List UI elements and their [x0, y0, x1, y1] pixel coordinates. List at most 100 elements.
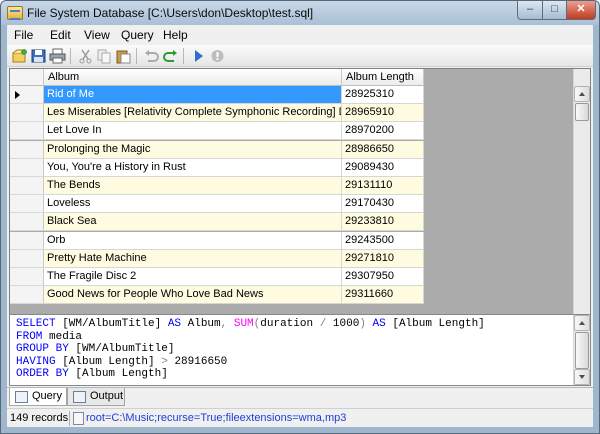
row-header[interactable]: [10, 140, 44, 159]
album-length-cell[interactable]: 29089430: [342, 158, 424, 177]
table-row[interactable]: Pretty Hate Machine 29271810: [10, 249, 424, 268]
scroll-up-button[interactable]: [574, 86, 590, 102]
column-header-album[interactable]: Album: [44, 69, 342, 86]
paste-icon[interactable]: [115, 48, 132, 64]
query-line[interactable]: SELECT [WM/AlbumTitle] AS Album, SUM(dur…: [16, 318, 485, 331]
album-cell[interactable]: Pretty Hate Machine: [44, 249, 342, 268]
query-line[interactable]: FROM media: [16, 331, 485, 344]
row-header[interactable]: [10, 122, 44, 141]
query-token: AS: [167, 318, 182, 330]
album-cell[interactable]: Good News for People Who Love Bad News: [44, 286, 342, 305]
minimize-button[interactable]: –: [517, 1, 543, 20]
query-line[interactable]: HAVING [Album Length] > 28916650: [16, 356, 485, 369]
scroll-up-button[interactable]: [574, 315, 590, 331]
new-icon[interactable]: [11, 48, 28, 64]
row-header[interactable]: [10, 177, 44, 195]
save-icon[interactable]: [30, 48, 47, 64]
album-cell[interactable]: Prolonging the Magic: [44, 140, 342, 159]
app-window: File System Database [C:\Users\don\Deskt…: [0, 0, 600, 434]
album-cell[interactable]: You, You're a History in Rust: [44, 158, 342, 177]
editor-vertical-scrollbar[interactable]: [573, 315, 590, 385]
query-token: [Album Length]: [68, 368, 168, 380]
close-button[interactable]: ✕: [566, 1, 596, 20]
table-row[interactable]: Rid of Me 28925310: [10, 86, 424, 104]
scroll-thumb[interactable]: [575, 332, 589, 369]
query-token: [WM/AlbumTitle]: [55, 318, 168, 330]
menu-edit[interactable]: Edit: [50, 28, 71, 42]
album-length-cell[interactable]: 29271810: [342, 249, 424, 268]
row-header[interactable]: [10, 268, 44, 286]
album-cell[interactable]: The Fragile Disc 2: [44, 268, 342, 286]
table-row[interactable]: The Fragile Disc 2 29307950: [10, 268, 424, 286]
query-editor[interactable]: SELECT [WM/AlbumTitle] AS Album, SUM(dur…: [9, 314, 591, 386]
redo-icon[interactable]: [162, 48, 179, 64]
table-row[interactable]: Loveless 29170430: [10, 195, 424, 214]
grid-vertical-scrollbar[interactable]: [573, 69, 590, 332]
column-header-album-length[interactable]: Album Length: [342, 69, 424, 86]
row-header[interactable]: [10, 213, 44, 232]
tab-query[interactable]: Query: [9, 388, 67, 406]
grid-corner[interactable]: [10, 69, 44, 86]
query-line[interactable]: GROUP BY [WM/AlbumTitle]: [16, 343, 485, 356]
album-cell[interactable]: Les Miserables [Relativity Complete Symp…: [44, 104, 342, 123]
table-row[interactable]: Prolonging the Magic 28986650: [10, 140, 424, 159]
table-row[interactable]: The Bends 29131110: [10, 177, 424, 195]
table-row[interactable]: Black Sea 29233810: [10, 213, 424, 232]
album-length-cell[interactable]: 28965910: [342, 104, 424, 123]
maximize-button[interactable]: □: [542, 1, 567, 20]
toolbar-separator: [136, 48, 137, 64]
menu-view[interactable]: View: [84, 28, 110, 42]
status-separator: [69, 411, 70, 426]
album-length-cell[interactable]: 29311660: [342, 286, 424, 305]
album-cell[interactable]: Let Love In: [44, 122, 342, 141]
query-tab-icon: [15, 391, 28, 403]
table-row[interactable]: You, You're a History in Rust 29089430: [10, 158, 424, 177]
row-header[interactable]: [10, 86, 44, 104]
album-length-cell[interactable]: 28986650: [342, 140, 424, 159]
album-length-cell[interactable]: 29233810: [342, 213, 424, 232]
menu-help[interactable]: Help: [163, 28, 188, 42]
query-token: AS: [372, 318, 386, 330]
row-header[interactable]: [10, 195, 44, 214]
row-header[interactable]: [10, 249, 44, 268]
album-cell[interactable]: The Bends: [44, 177, 342, 195]
query-token: media: [42, 330, 83, 343]
query-line[interactable]: ORDER BY [Album Length]: [16, 368, 485, 381]
row-header[interactable]: [10, 286, 44, 305]
query-token: FROM: [16, 330, 43, 343]
query-token: [227, 318, 234, 330]
row-header[interactable]: [10, 158, 44, 177]
table-row[interactable]: Good News for People Who Love Bad News 29…: [10, 286, 424, 305]
tab-output[interactable]: Output: [67, 388, 125, 406]
scroll-thumb[interactable]: [575, 103, 589, 121]
album-length-cell[interactable]: 29131110: [342, 177, 424, 195]
title-bar[interactable]: File System Database [C:\Users\don\Deskt…: [1, 1, 599, 25]
bottom-tabs: Query Output: [7, 387, 593, 407]
results-grid[interactable]: Album Album Length Rid of Me 28925310 Les …: [9, 68, 591, 333]
album-cell[interactable]: Loveless: [44, 195, 342, 214]
menu-file[interactable]: File: [14, 28, 33, 42]
row-header[interactable]: [10, 231, 44, 250]
scroll-down-button[interactable]: [574, 369, 590, 385]
album-cell[interactable]: Orb: [44, 231, 342, 250]
stop-icon[interactable]: [209, 48, 226, 64]
album-length-cell[interactable]: 29307950: [342, 268, 424, 286]
print-icon[interactable]: [49, 48, 66, 64]
undo-icon[interactable]: [143, 48, 160, 64]
query-text[interactable]: SELECT [WM/AlbumTitle] AS Album, SUM(dur…: [16, 318, 485, 381]
album-length-cell[interactable]: 28925310: [342, 86, 424, 104]
run-icon[interactable]: [190, 48, 207, 64]
album-length-cell[interactable]: 29243500: [342, 231, 424, 250]
copy-icon[interactable]: [96, 48, 113, 64]
row-header[interactable]: [10, 104, 44, 123]
album-length-cell[interactable]: 28970200: [342, 122, 424, 141]
table-row[interactable]: Orb 29243500: [10, 231, 424, 250]
menu-query[interactable]: Query: [121, 28, 154, 42]
album-cell[interactable]: Black Sea: [44, 213, 342, 232]
table-row[interactable]: Let Love In 28970200: [10, 122, 424, 141]
album-cell[interactable]: Rid of Me: [44, 86, 342, 104]
album-length-cell[interactable]: 29170430: [342, 195, 424, 214]
cut-icon[interactable]: [77, 48, 94, 64]
table-row[interactable]: Les Miserables [Relativity Complete Symp…: [10, 104, 424, 123]
query-token: duration: [260, 318, 320, 330]
